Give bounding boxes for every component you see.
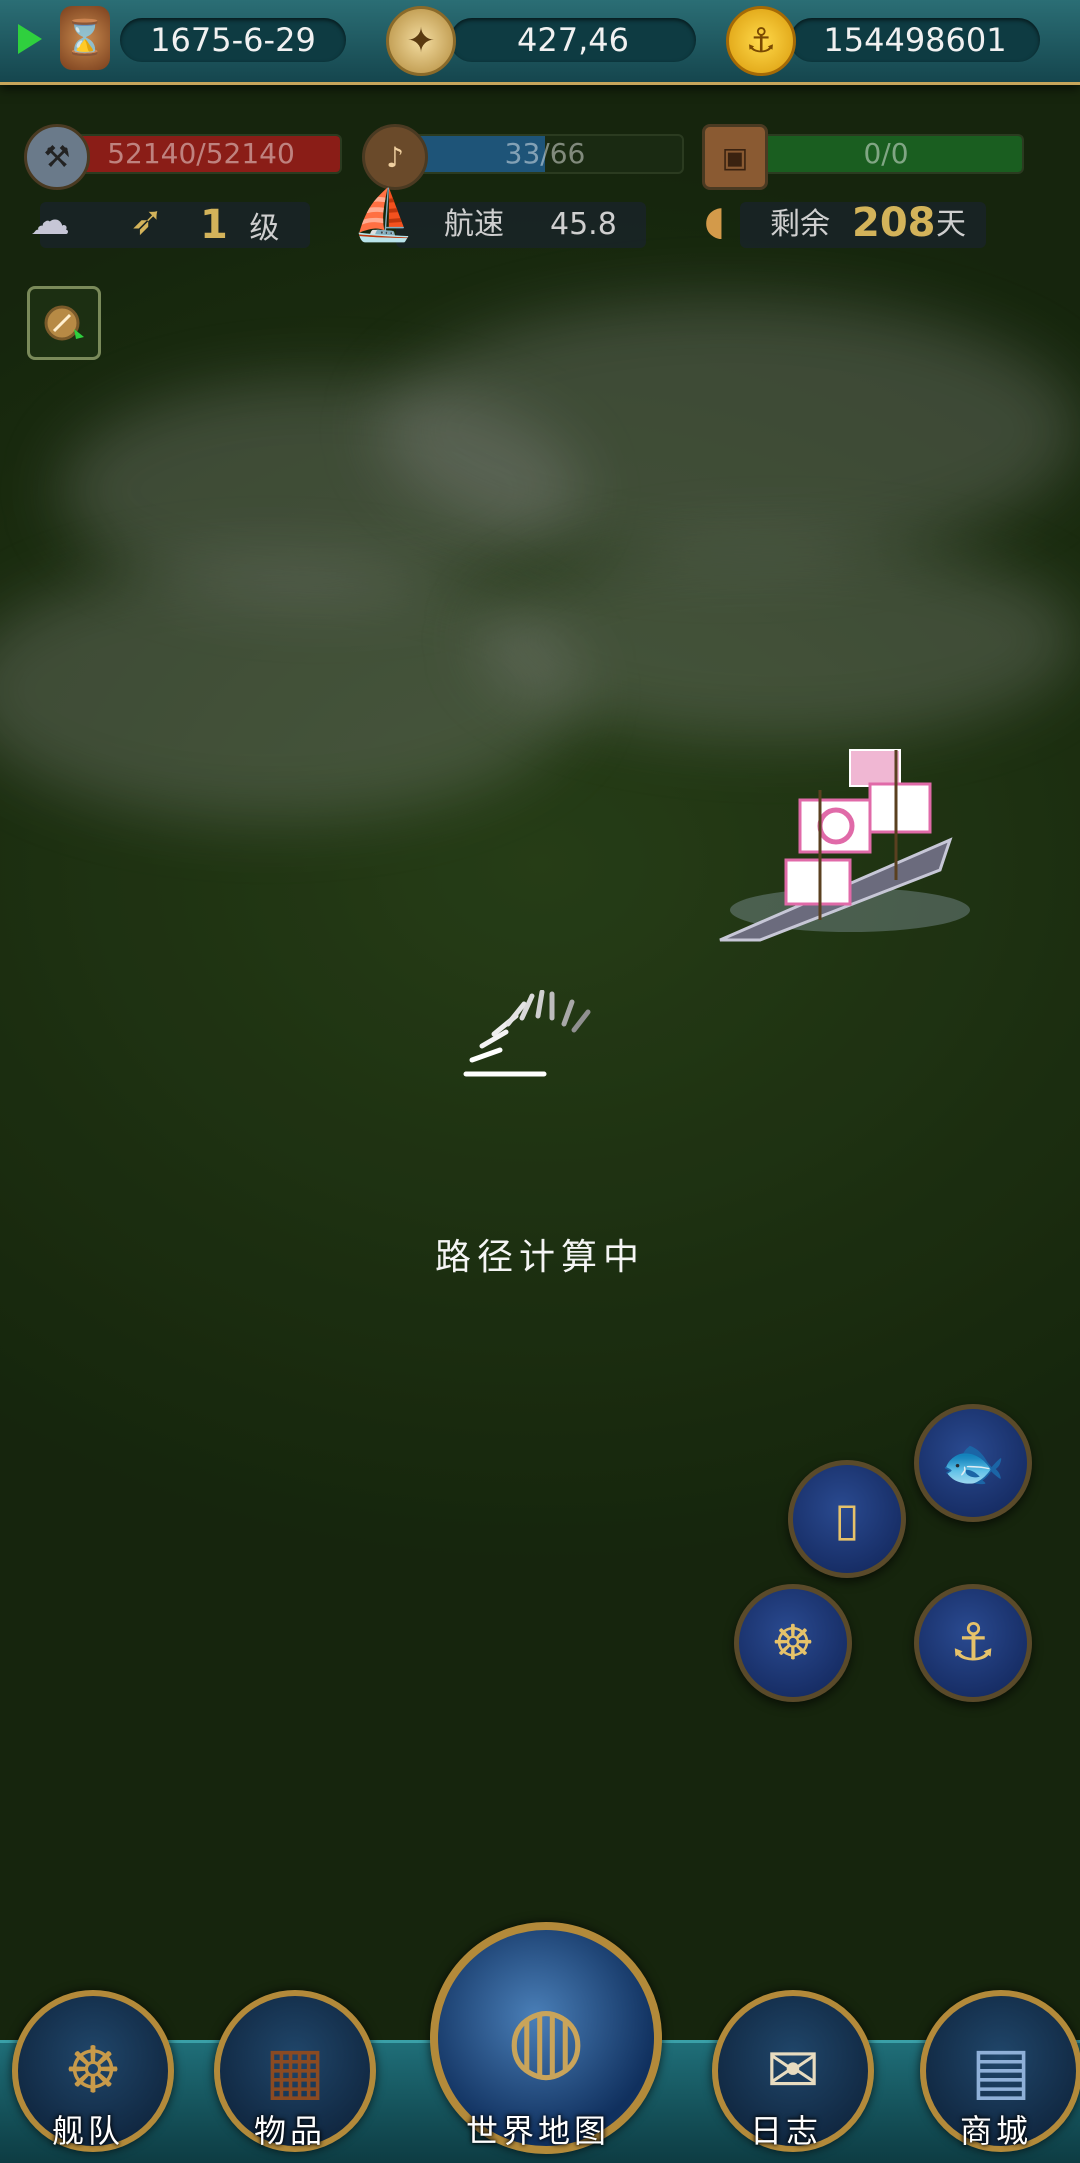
crew-icon: ♪ bbox=[362, 124, 428, 190]
barrel-icon: ▯ bbox=[834, 1492, 860, 1546]
remaining-days-bar: ◖ 剩余 208 天 bbox=[704, 198, 986, 248]
gold-display: 154498601 bbox=[790, 18, 1040, 62]
wind-level-bar: ☁ ➶ 1 级 bbox=[30, 198, 310, 248]
wind-level-number: 1 bbox=[200, 202, 228, 248]
speed-label: 航速 bbox=[444, 207, 504, 242]
scroll-icon: ✉ bbox=[766, 2034, 820, 2108]
fishing-button[interactable]: 🐟 bbox=[914, 1404, 1032, 1522]
loading-text: 路径计算中 bbox=[434, 1237, 645, 1278]
crew-text: 33/66 bbox=[504, 137, 586, 170]
cargo-text: 0/0 bbox=[863, 137, 909, 170]
nav-log-label: 日志 bbox=[749, 2112, 822, 2150]
crew-bar: 33/66 bbox=[406, 134, 684, 174]
nav-shop-label: 商城 bbox=[959, 2112, 1032, 2150]
bread-icon: ◖ bbox=[704, 198, 726, 244]
treasure-chest-icon: ▤ bbox=[970, 2034, 1032, 2108]
nav-world-map-label: 世界地图 bbox=[465, 2112, 610, 2150]
compass-arrow-icon bbox=[44, 305, 84, 341]
nav-fleet-label: 舰队 bbox=[51, 2112, 124, 2150]
cargo-bar: 0/0 bbox=[748, 134, 1024, 174]
anchor-icon: ⚓ bbox=[949, 1613, 997, 1673]
compass-icon: ✦ bbox=[386, 6, 456, 76]
fish-icon: 🐟 bbox=[940, 1433, 1006, 1494]
ship-wheel-icon: ☸ bbox=[64, 2034, 122, 2108]
coordinates-text: 427,46 bbox=[517, 21, 629, 59]
globe-icon: ◍ bbox=[506, 1985, 586, 2091]
gold-text: 154498601 bbox=[823, 21, 1007, 59]
ship-icon: ⛵ bbox=[352, 186, 415, 244]
gold-coin-icon: ⚓ bbox=[726, 6, 796, 76]
arrow-icon: ➶ bbox=[130, 198, 164, 244]
hourglass-icon: ⌛ bbox=[60, 6, 110, 70]
top-resource-bar: 1675-6-29 ⌛ 427,46 ✦ 154498601 ⚓ bbox=[0, 0, 1080, 85]
speed-bar: ⛵ 航速 45.8 bbox=[352, 190, 646, 248]
wind-level-unit: 级 bbox=[249, 211, 280, 246]
durability-bar: 52140/52140 bbox=[60, 134, 342, 174]
player-ship[interactable] bbox=[700, 730, 980, 970]
date-text: 1675-6-29 bbox=[150, 21, 316, 59]
date-display: 1675-6-29 bbox=[120, 18, 346, 62]
helm-rope-icon: ☸ bbox=[771, 1615, 815, 1671]
cloud-icon: ☁ bbox=[30, 198, 70, 244]
speed-value: 45.8 bbox=[550, 207, 617, 242]
backpack-icon: ▦ bbox=[264, 2034, 326, 2108]
supply-button[interactable]: ▯ bbox=[788, 1460, 906, 1578]
remaining-unit: 天 bbox=[936, 207, 966, 242]
helm-button[interactable]: ☸ bbox=[734, 1584, 852, 1702]
compass-button[interactable] bbox=[27, 286, 101, 360]
nav-items-label: 物品 bbox=[253, 2112, 326, 2150]
loading-spinner bbox=[463, 990, 591, 1077]
crate-icon: ▣ bbox=[702, 124, 768, 190]
coordinates-display: 427,46 bbox=[450, 18, 696, 62]
play-icon[interactable] bbox=[18, 24, 42, 54]
anchor-button[interactable]: ⚓ bbox=[914, 1584, 1032, 1702]
remaining-label: 剩余 bbox=[770, 207, 830, 242]
durability-text: 52140/52140 bbox=[107, 137, 295, 170]
remaining-days: 208 bbox=[852, 200, 936, 246]
hammer-icon: ⚒ bbox=[24, 124, 90, 190]
